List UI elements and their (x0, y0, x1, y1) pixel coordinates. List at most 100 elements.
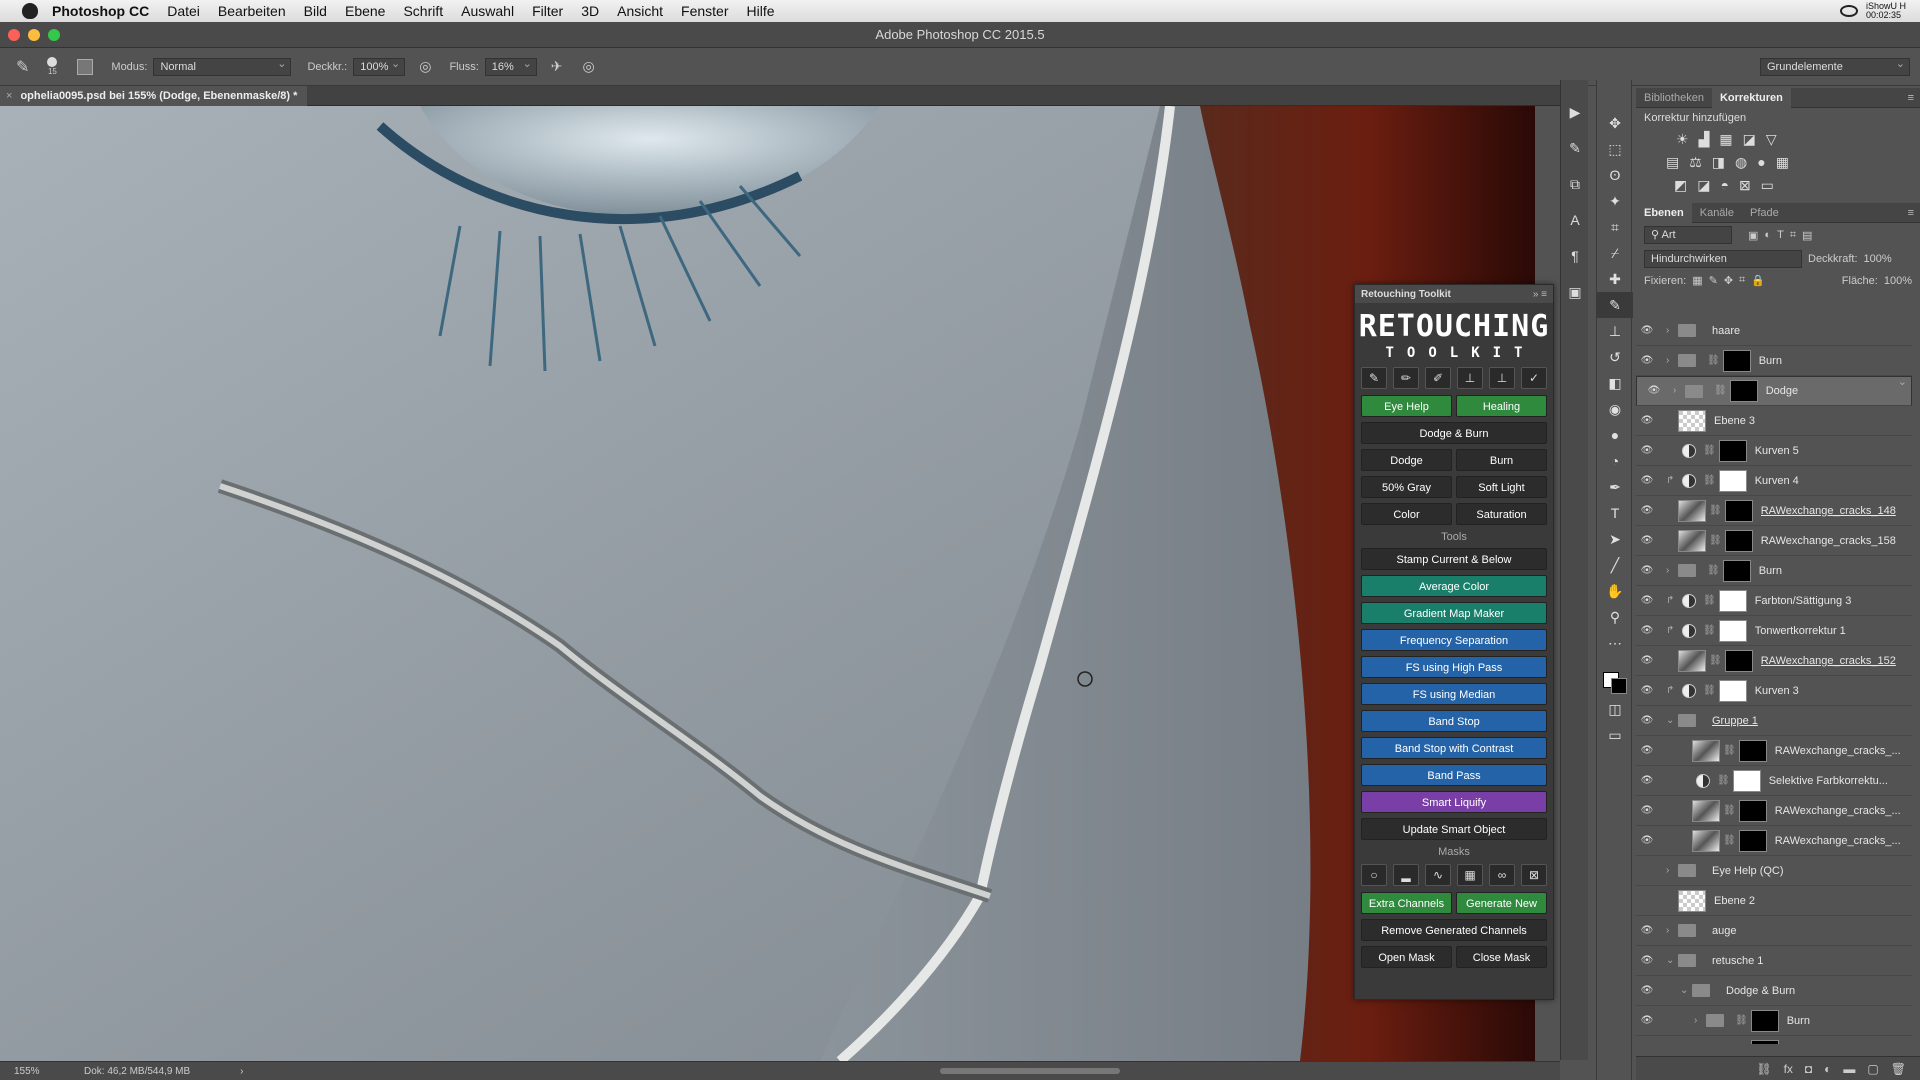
apple-icon[interactable] (22, 3, 38, 19)
menu-3d[interactable]: 3D (581, 3, 599, 19)
line-tool-icon[interactable]: ╱ (1597, 552, 1633, 578)
visibility-eye-icon[interactable]: 👁 (1636, 745, 1658, 756)
mask-curves-icon[interactable]: ∿ (1425, 864, 1451, 886)
new-group-icon[interactable]: ▬ (1843, 1062, 1855, 1076)
clone-source-icon[interactable]: ⧉ (1561, 166, 1589, 202)
panel-collapse-icon[interactable]: » ≡ (1533, 289, 1547, 300)
channel-mixer-icon[interactable]: ● (1757, 154, 1765, 171)
layer-mask-thumbnail[interactable] (1718, 469, 1747, 492)
layer-opacity-value[interactable]: 100% (1864, 253, 1892, 265)
band-stop-contrast-button[interactable]: Band Stop with Contrast (1361, 737, 1547, 759)
close-tab-icon[interactable]: × (6, 90, 12, 102)
gradient-map-icon[interactable]: ▭ (1761, 177, 1774, 194)
layer-mask-thumbnail[interactable] (1718, 439, 1747, 462)
stamp-current-below-button[interactable]: Stamp Current & Below (1361, 548, 1547, 570)
layer-mask-thumbnail[interactable] (1729, 380, 1758, 402)
play-action-icon[interactable]: ▶ (1561, 94, 1589, 130)
paint-bucket-icon[interactable]: ◉ (1597, 396, 1633, 422)
tab-channels[interactable]: Kanäle (1692, 203, 1742, 223)
path-selection-icon[interactable]: ➤ (1597, 526, 1633, 552)
layers-menu-icon[interactable]: ≡ (1908, 207, 1914, 219)
average-color-button[interactable]: Average Color (1361, 575, 1547, 597)
mask-link-icon[interactable]: ⛓ (1703, 595, 1716, 606)
layer-row[interactable]: 👁 ⛓ RAWexchange_cracks_... (1636, 736, 1912, 766)
menu-fenster[interactable]: Fenster (681, 3, 728, 19)
lock-paint-icon[interactable]: ✎ (1709, 274, 1718, 287)
mask-link-icon[interactable]: ⛓ (1709, 535, 1722, 546)
visibility-eye-icon[interactable]: 👁 (1636, 535, 1658, 546)
posterize-icon[interactable]: ◪ (1697, 177, 1710, 194)
layer-mask-thumbnail[interactable] (1738, 829, 1767, 852)
blur-tool-icon[interactable]: ● (1597, 422, 1633, 448)
status-arrow-icon[interactable]: › (240, 1066, 243, 1077)
layer-mask-thumbnail[interactable] (1732, 769, 1761, 792)
lock-transparency-icon[interactable]: ▦ (1692, 274, 1702, 287)
expand-chevron-icon[interactable]: ↱ (1666, 625, 1678, 636)
photo-filter-icon[interactable]: ◍ (1735, 154, 1747, 171)
fs-high-pass-button[interactable]: FS using High Pass (1361, 656, 1547, 678)
layer-row[interactable]: 👁 ⛓ RAWexchange_cracks_152 (1636, 646, 1912, 676)
layer-row[interactable]: 👁 › ⛓ Burn (1636, 1006, 1912, 1036)
dodge-tool-icon[interactable]: ◔ (1597, 448, 1633, 474)
fill-value[interactable]: 100% (1884, 275, 1912, 287)
dodge-burn-button[interactable]: Dodge & Burn (1361, 422, 1547, 444)
brush-preset-picker[interactable]: 15 (47, 57, 58, 76)
visibility-eye-icon[interactable]: 👁 (1636, 955, 1658, 966)
visibility-eye-icon[interactable]: 👁 (1636, 415, 1658, 426)
visibility-eye-icon[interactable]: 👁 (1643, 383, 1665, 399)
mask-link-icon[interactable]: ⛓ (1717, 775, 1730, 786)
brush-icon[interactable]: ✎ (1361, 367, 1387, 389)
smart-liquify-button[interactable]: Smart Liquify (1361, 791, 1547, 813)
move-tool-icon[interactable]: ✥ (1597, 110, 1633, 136)
mask-binoculars-icon[interactable]: ∞ (1489, 864, 1515, 886)
history-brush-icon[interactable]: ↺ (1597, 344, 1633, 370)
visibility-eye-icon[interactable]: 👁 (1636, 325, 1658, 336)
layer-row[interactable]: 👁 ↱ ⛓ Kurven 3 (1636, 676, 1912, 706)
close-mask-button[interactable]: Close Mask (1456, 946, 1547, 968)
stamp-tool-icon[interactable]: ⊥ (1597, 318, 1633, 344)
delete-layer-icon[interactable]: 🗑 (1891, 1062, 1906, 1076)
layer-row[interactable]: 👁 ↱ ⛓ Kurven 4 (1636, 466, 1912, 496)
add-mask-icon[interactable]: ◘ (1805, 1062, 1812, 1076)
mode-select[interactable]: Normal (153, 56, 292, 76)
layer-row[interactable]: 👁 ↱ ⛓ Farbton/Sättigung 3 (1636, 586, 1912, 616)
gradient-map-maker-button[interactable]: Gradient Map Maker (1361, 602, 1547, 624)
generate-new-button[interactable]: Generate New (1456, 892, 1547, 914)
remove-generated-channels-button[interactable]: Remove Generated Channels (1361, 919, 1547, 941)
hand-tool-icon[interactable]: ✋ (1597, 578, 1633, 604)
expand-chevron-icon[interactable]: › (1666, 925, 1678, 936)
layer-row[interactable]: 👁 ⛓ RAWexchange_cracks_... (1636, 826, 1912, 856)
mask-remove-icon[interactable]: ⊠ (1521, 864, 1547, 886)
levels-icon[interactable]: ▟ (1699, 131, 1710, 148)
color-balance-icon[interactable]: ⚖ (1689, 154, 1702, 171)
layer-row[interactable]: 👁 ⛓ RAWexchange_cracks_... (1636, 796, 1912, 826)
gray-50-button[interactable]: 50% Gray (1361, 476, 1452, 498)
color-button[interactable]: Color (1361, 503, 1452, 525)
layer-row[interactable]: 👁 › auge (1636, 916, 1912, 946)
pencil-icon[interactable]: ✏ (1393, 367, 1419, 389)
brush-settings-icon[interactable]: ✎ (1561, 130, 1589, 166)
mask-link-icon[interactable]: ⛓ (1707, 565, 1720, 576)
zoom-window-icon[interactable] (48, 29, 60, 41)
tab-libraries[interactable]: Bibliotheken (1636, 88, 1712, 108)
layer-row[interactable]: 👁 › ⛓ Burn (1636, 346, 1912, 376)
filter-pixel-icon[interactable]: ▣ (1748, 229, 1758, 242)
lock-all-icon[interactable]: 🔒 (1751, 274, 1765, 287)
visibility-eye-icon[interactable]: 👁 (1636, 565, 1658, 576)
layer-row[interactable]: 👁 Ebene 3 (1636, 406, 1912, 436)
brightness-icon[interactable]: ☀ (1676, 131, 1689, 148)
soft-light-button[interactable]: Soft Light (1456, 476, 1547, 498)
expand-chevron-icon[interactable]: › (1666, 355, 1678, 366)
frequency-separation-button[interactable]: Frequency Separation (1361, 629, 1547, 651)
layer-row[interactable]: 👁 ↱ ⛓ Tonwertkorrektur 1 (1636, 616, 1912, 646)
expand-chevron-icon[interactable]: ↱ (1666, 685, 1678, 696)
airbrush-icon[interactable]: ✈ (551, 58, 563, 75)
screen-mode-icon[interactable]: ▭ (1597, 722, 1633, 748)
workspace-select[interactable]: Grundelemente (1760, 56, 1910, 76)
layer-row[interactable]: 👁 ⌄ Dodge & Burn (1636, 976, 1912, 1006)
marquee-tool-icon[interactable]: ⬚ (1597, 136, 1633, 162)
menu-app[interactable]: Photoshop CC (52, 3, 149, 19)
tab-paths[interactable]: Pfade (1742, 203, 1787, 223)
brush-tool-icon[interactable]: ✎ (16, 57, 29, 77)
visibility-eye-icon[interactable]: 👁 (1636, 775, 1658, 786)
